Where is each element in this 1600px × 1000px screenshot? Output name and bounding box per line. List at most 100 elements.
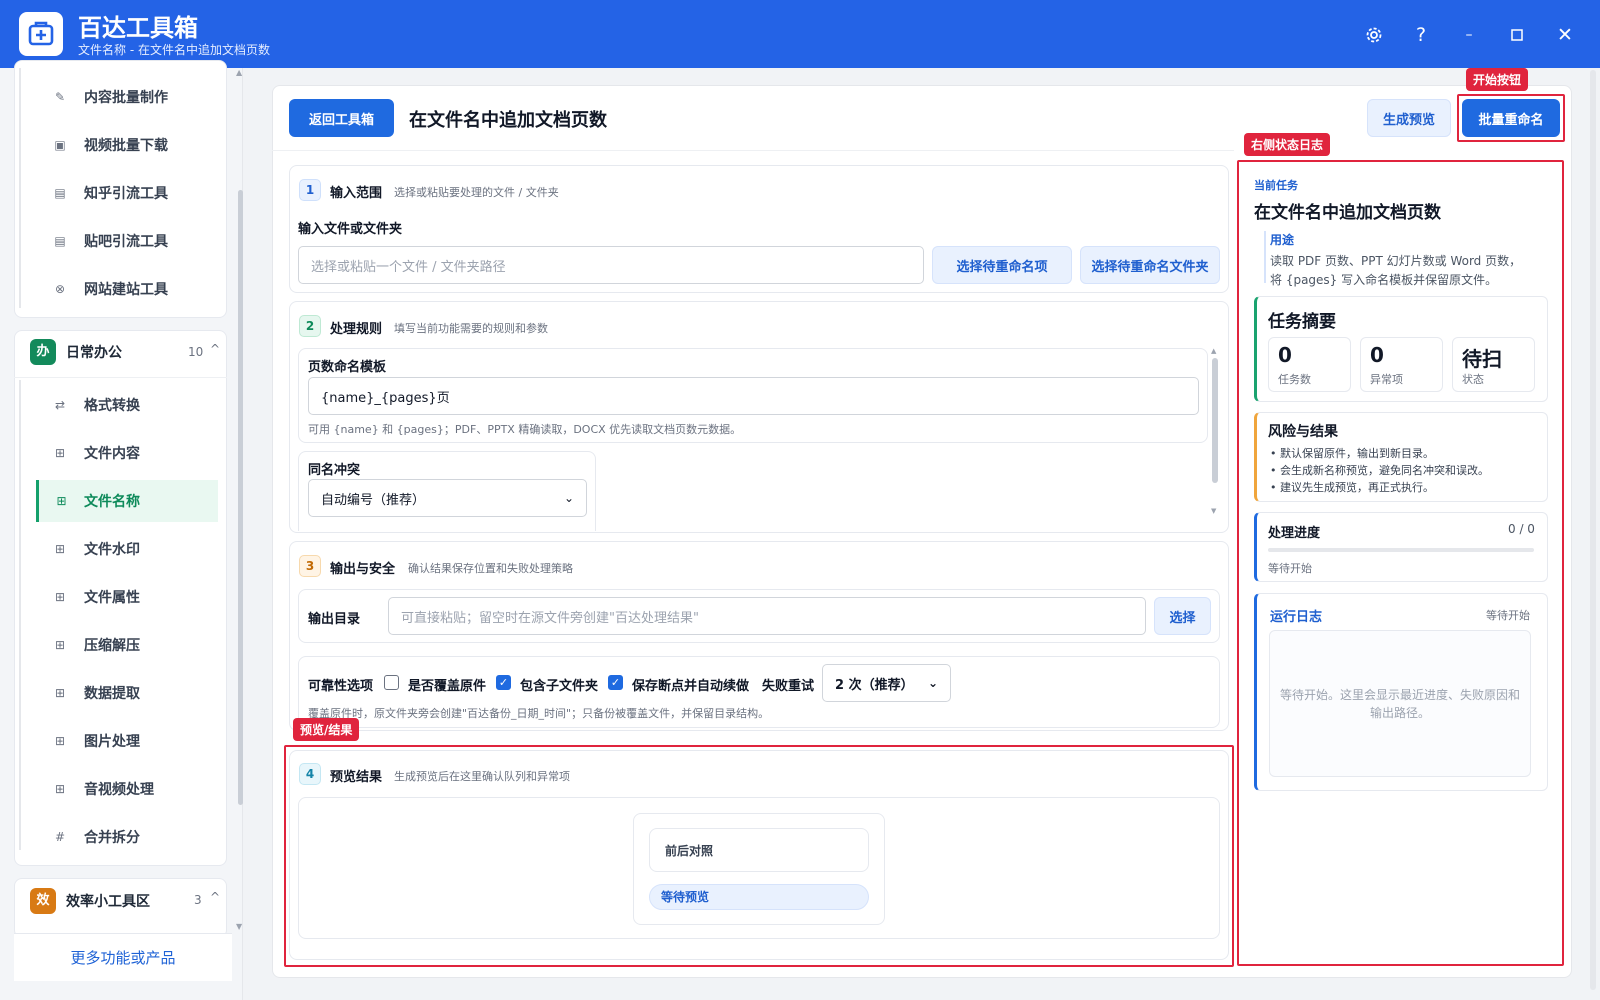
sidebar-group-header-efficiency[interactable]: 效 效率小工具区	[30, 888, 150, 914]
sidebar-item[interactable]: ⊞ 数据提取	[36, 672, 218, 714]
scroll-down-arrow-icon[interactable]: ▼	[236, 922, 242, 931]
template-hint: 可用 {name} 和 {pages}；PDF、PPTX 精确读取，DOCX 优…	[308, 423, 742, 436]
output-dir-input[interactable]: 可直接粘贴；留空时在源文件旁创建"百达处理结果"	[388, 597, 1146, 635]
grid-icon: ⊞	[54, 542, 66, 556]
hash-icon: #	[54, 830, 66, 844]
sidebar-item[interactable]: ⊞ 图片处理	[36, 720, 218, 762]
scroll-up-arrow-icon[interactable]: ▲	[1211, 347, 1216, 355]
conflict-label: 同名冲突	[308, 463, 361, 478]
summary-title: 任务摘要	[1268, 312, 1336, 332]
sidebar-group-header-daily[interactable]: 办 日常办公	[30, 339, 122, 365]
rules-scrollbar[interactable]	[1212, 358, 1218, 483]
page-title: 在文件名中追加文档页数	[409, 110, 607, 131]
grid-icon: ⊞	[54, 782, 66, 796]
sidebar-item[interactable]: ⊞ 文件内容	[36, 432, 218, 474]
risk-title: 风险与结果	[1268, 424, 1338, 440]
sidebar-item[interactable]: ⊞ 文件水印	[36, 528, 218, 570]
group-count: 3	[194, 893, 202, 907]
input-field-label: 输入文件或文件夹	[298, 222, 403, 237]
main-scrollbar[interactable]	[1590, 70, 1596, 990]
template-input[interactable]: {name}_{pages}页	[308, 377, 1199, 415]
stat-error-count: 0 异常项	[1360, 337, 1443, 392]
current-task-title: 在文件名中追加文档页数	[1254, 203, 1441, 223]
before-after-compare[interactable]: 前后对照	[649, 828, 869, 872]
app-logo-icon	[19, 12, 63, 56]
progress-status: 等待开始	[1268, 562, 1312, 575]
output-dir-label: 输出目录	[308, 612, 361, 627]
back-to-toolbox-button[interactable]: 返回工具箱	[289, 99, 394, 137]
annotation-preview-result-tag: 预览/结果	[293, 718, 360, 741]
retry-select[interactable]: 2 次（推荐） ⌄	[822, 664, 951, 702]
conflict-select[interactable]: 自动编号（推荐） ⌄	[308, 479, 587, 517]
video-icon: ▣	[54, 138, 66, 152]
minimize-icon[interactable]: –	[1456, 22, 1482, 48]
sidebar-tree-line	[19, 68, 21, 308]
maximize-icon[interactable]	[1504, 22, 1530, 48]
chevron-down-icon: ⌄	[563, 491, 574, 505]
include-subfolders-checkbox[interactable]: ✓	[496, 675, 511, 690]
sidebar-item[interactable]: ⊗ 网站建站工具	[36, 268, 218, 310]
purpose-accent	[1264, 231, 1266, 283]
close-icon[interactable]: ✕	[1552, 22, 1578, 48]
section-desc: 确认结果保存位置和失败处理策略	[408, 562, 573, 575]
sidebar-item[interactable]: # 合并拆分	[36, 816, 218, 858]
divider	[272, 150, 1234, 151]
sidebar-scrollbar[interactable]	[238, 190, 243, 805]
more-features-link[interactable]: 更多功能或产品	[14, 933, 232, 981]
section-title: 输出与安全	[330, 562, 396, 577]
swap-icon: ⇄	[54, 398, 66, 412]
divider	[14, 377, 227, 378]
chevron-up-icon[interactable]: ^	[210, 890, 220, 904]
progress-bar	[1268, 548, 1534, 552]
sidebar-item[interactable]: ⊞ 文件名称	[36, 480, 218, 522]
pen-icon: ✎	[54, 90, 66, 104]
section-desc: 选择或粘贴要处理的文件 / 文件夹	[394, 186, 559, 199]
overwrite-checkbox[interactable]	[384, 675, 399, 690]
step-number: 3	[299, 555, 321, 577]
sidebar-item[interactable]: ⊞ 文件属性	[36, 576, 218, 618]
sidebar-item[interactable]: ⊞ 压缩解压	[36, 624, 218, 666]
resume-checkbox[interactable]: ✓	[608, 675, 623, 690]
grid-icon: ⊞	[54, 686, 66, 700]
choose-output-button[interactable]: 选择	[1154, 597, 1211, 635]
settings-gear-icon[interactable]	[1361, 22, 1387, 48]
run-log-status: 等待开始	[1486, 609, 1530, 622]
risk-item: • 建议先生成预览，再正式执行。	[1270, 481, 1434, 494]
globe-icon: ⊗	[54, 282, 66, 296]
current-task-label: 当前任务	[1254, 179, 1298, 192]
document-icon: ▤	[54, 186, 66, 200]
chevron-up-icon[interactable]: ^	[210, 342, 220, 356]
risk-item: • 默认保留原件，输出到新目录。	[1270, 447, 1434, 460]
section-title: 处理规则	[330, 322, 383, 337]
sidebar-item[interactable]: ⇄ 格式转换	[36, 384, 218, 426]
run-log-text: 等待开始。这里会显示最近进度、失败原因和	[1279, 688, 1520, 702]
step-number: 2	[299, 315, 321, 337]
stat-task-count: 0 任务数	[1268, 337, 1351, 392]
help-question-icon[interactable]: ?	[1408, 22, 1434, 48]
section-title: 输入范围	[330, 186, 383, 201]
grid-icon: ⊞	[56, 494, 67, 508]
sidebar-item[interactable]: ▤ 贴吧引流工具	[36, 220, 218, 262]
app-subtitle: 文件名称 - 在文件名中追加文档页数	[78, 43, 270, 57]
generate-preview-button[interactable]: 生成预览	[1367, 99, 1451, 137]
step-number: 4	[299, 763, 321, 785]
sidebar-item[interactable]: ▣ 视频批量下载	[36, 124, 218, 166]
overwrite-hint: 覆盖原件时，原文件夹旁会创建"百达备份_日期_时间"；只备份被覆盖文件，并保留目…	[308, 707, 770, 720]
sidebar-item[interactable]: ✎ 内容批量制作	[36, 76, 218, 118]
scroll-down-arrow-icon[interactable]: ▼	[1211, 507, 1216, 515]
sidebar-item[interactable]: ▤ 知乎引流工具	[36, 172, 218, 214]
sidebar-tree-line	[19, 380, 21, 850]
step-number: 1	[299, 179, 321, 201]
sidebar-item[interactable]: ⊞ 音视频处理	[36, 768, 218, 810]
batch-rename-button[interactable]: 批量重命名	[1462, 99, 1560, 137]
overwrite-label: 是否覆盖原件	[408, 679, 487, 694]
select-folder-button[interactable]: 选择待重命名文件夹	[1080, 246, 1220, 284]
group-count: 10	[188, 345, 204, 359]
input-path-field[interactable]: 选择或粘贴一个文件 / 文件夹路径	[298, 246, 924, 284]
risk-item: • 会生成新名称预览，避免同名冲突和误改。	[1270, 464, 1489, 477]
scroll-up-arrow-icon[interactable]: ▲	[236, 68, 242, 77]
document-icon: ▤	[54, 234, 66, 248]
waiting-preview-pill: 等待预览	[649, 884, 869, 910]
select-files-button[interactable]: 选择待重命名项	[932, 246, 1072, 284]
progress-count: 0 / 0	[1508, 522, 1535, 536]
